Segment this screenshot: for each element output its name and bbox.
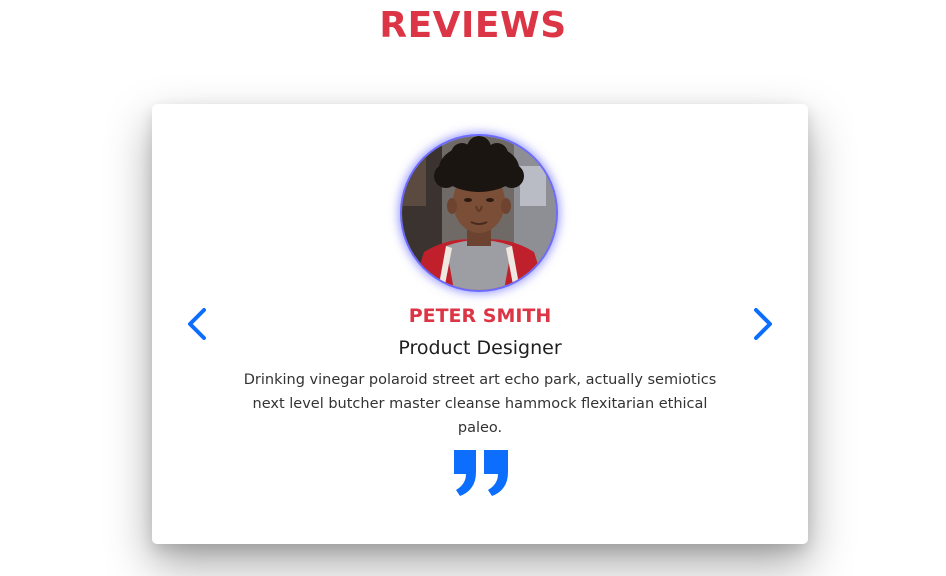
section-title: REVIEWS bbox=[379, 5, 567, 46]
avatar bbox=[402, 136, 556, 290]
reviews-page: REVIEWS PETER SMITH Product Designer Dri… bbox=[0, 0, 946, 576]
reviewer-job: Product Designer bbox=[398, 337, 562, 359]
reviewer-name: PETER SMITH bbox=[408, 305, 552, 327]
review-card: PETER SMITH Product Designer Drinking vi… bbox=[152, 104, 808, 544]
review-text: Drinking vinegar polaroid street art ech… bbox=[243, 372, 717, 436]
quote-right-icon bbox=[454, 450, 508, 496]
